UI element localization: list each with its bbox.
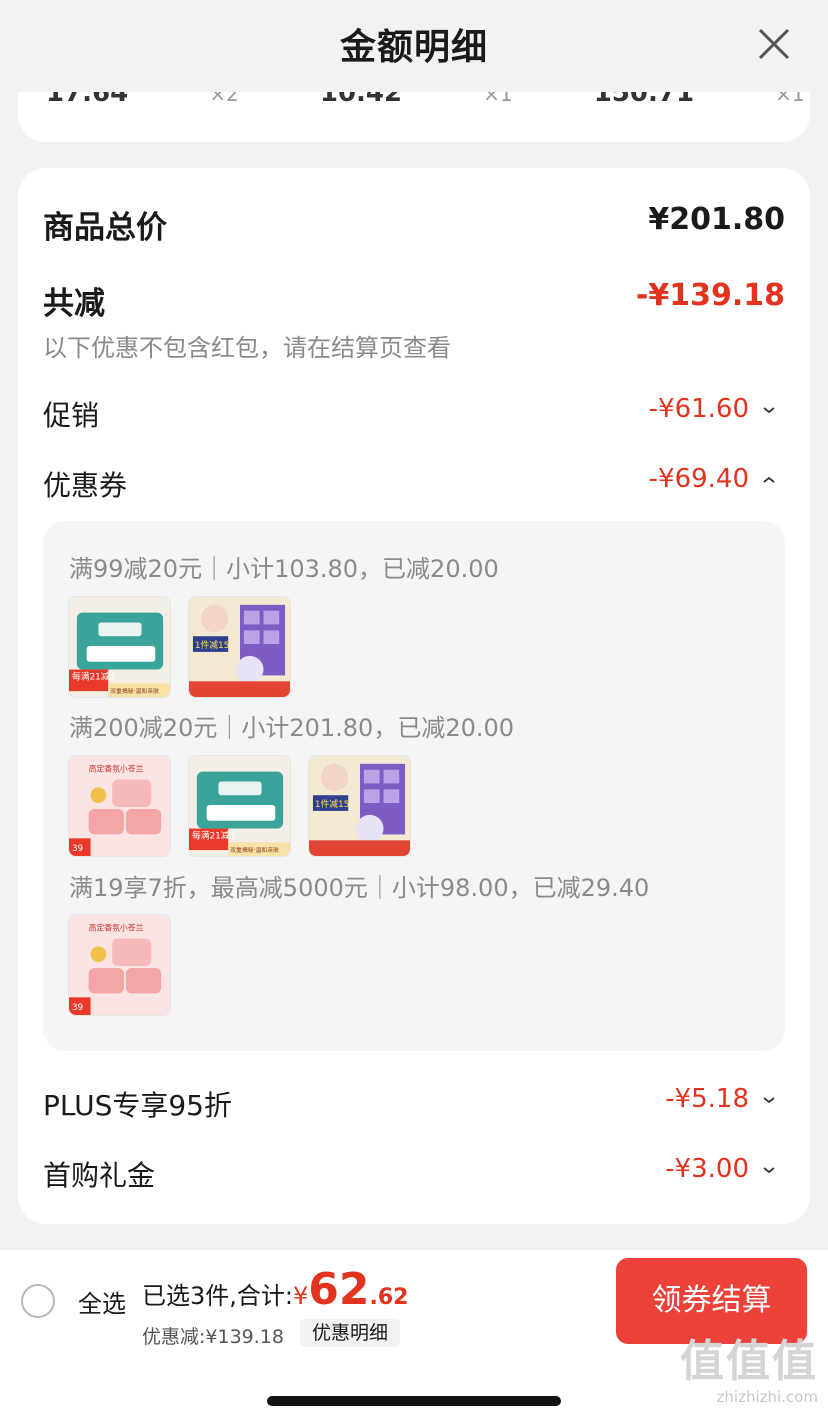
product-thumb-tissue[interactable]: 1件减15 xyxy=(188,596,291,698)
discount-note: 以下优惠不包含红包，请在结算页查看 xyxy=(43,334,451,362)
coupon-label: 优惠券 xyxy=(43,469,128,502)
product-price: 10.42 xyxy=(319,92,403,108)
order-summary: 已选3件,合计:¥62.62 xyxy=(142,1264,408,1315)
product-qty: ×2 xyxy=(209,92,239,106)
chevron-down-icon xyxy=(763,407,775,414)
plus-discount-label: PLUS专享95折 xyxy=(43,1089,232,1122)
checkout-button[interactable]: 领券结算 xyxy=(616,1258,807,1344)
amount-detail-card: 商品总价 ¥201.80 共减 -¥139.18 以下优惠不包含红包，请在结算页… xyxy=(18,168,810,1224)
wipes-promo-text: 每满21减5 xyxy=(192,829,235,841)
product-price-row: 17.64 ×2 10.42 ×1 150.71 ×1 xyxy=(46,92,810,108)
home-indicator[interactable] xyxy=(267,1396,561,1406)
select-all-label[interactable]: 全选 xyxy=(78,1284,126,1319)
product-price: 17.64 xyxy=(46,92,129,108)
total-discount-value: -¥139.18 xyxy=(635,278,785,313)
tissue-badge-text: 1件减15 xyxy=(195,639,229,651)
saved-amount: 优惠减:¥139.18 xyxy=(142,1326,284,1348)
total-discount-label: 共减 xyxy=(43,286,105,322)
total-discount-row: 共减 -¥139.18 xyxy=(43,278,785,322)
coupon-2-products: 高定香氛小苍兰 39 每满21减5 双重揭秘·温和亲肤 1件减15 xyxy=(68,755,411,857)
close-icon[interactable] xyxy=(754,24,794,64)
promotion-row[interactable]: 促销 -¥61.60 xyxy=(43,394,785,434)
total-price-value: ¥201.80 xyxy=(648,202,785,237)
total-price-label: 商品总价 xyxy=(43,210,167,246)
chevron-up-icon xyxy=(763,476,775,483)
coupon-rule-2: 满200减20元｜小计201.80，已减20.00 xyxy=(69,714,515,742)
product-thumb-wet-wipes[interactable]: 每满21减5 双重揭秘·温和亲肤 xyxy=(188,755,291,857)
wipes-promo-text: 每满21减5 xyxy=(72,670,115,682)
chevron-down-icon xyxy=(763,1097,775,1104)
watermark: 值值值 zhizhizhi.com xyxy=(680,1340,818,1405)
total-amount-integer: 62 xyxy=(308,1264,370,1315)
product-thumb-laundry-pods[interactable]: 高定香氛小苍兰 39 xyxy=(68,914,171,1016)
product-thumb-wet-wipes[interactable]: 每满21减5 双重揭秘·温和亲肤 xyxy=(68,596,171,698)
coupon-3-products: 高定香氛小苍兰 39 xyxy=(68,914,171,1016)
wipes-footer-text: 双重揭秘·温和亲肤 xyxy=(230,846,279,854)
wipes-footer-text: 双重揭秘·温和亲肤 xyxy=(110,687,159,695)
product-thumb-tissue[interactable]: 1件减15 xyxy=(308,755,411,857)
first-purchase-gift-label: 首购礼金 xyxy=(43,1159,156,1192)
total-price-row: 商品总价 ¥201.80 xyxy=(43,202,785,246)
pods-title-text: 高定香氛小苍兰 xyxy=(89,923,144,933)
pods-title-text: 高定香氛小苍兰 xyxy=(89,764,144,774)
pods-price-text: 39 xyxy=(72,844,83,854)
product-thumb-laundry-pods[interactable]: 高定香氛小苍兰 39 xyxy=(68,755,171,857)
coupon-rule-3: 满19享7折，最高减5000元｜小计98.00，已减29.40 xyxy=(69,874,650,902)
coupon-detail-panel: 满99减20元｜小计103.80，已减20.00 每满21减5 双重揭秘·温和亲… xyxy=(43,521,785,1051)
tissue-badge-text: 1件减15 xyxy=(315,798,349,810)
selected-count-text: 已选3件,合计: xyxy=(142,1282,293,1310)
pods-price-text: 39 xyxy=(72,1003,83,1013)
header: 金额明细 xyxy=(0,0,828,92)
coupon-row[interactable]: 优惠券 -¥69.40 xyxy=(43,464,785,504)
product-qty: ×1 xyxy=(483,92,513,106)
watermark-logo: 值值值 xyxy=(680,1336,818,1387)
discount-detail-button[interactable]: 优惠明细 xyxy=(300,1319,401,1347)
page-title: 金额明细 xyxy=(339,27,488,68)
total-amount-decimal: .62 xyxy=(369,1285,409,1310)
first-purchase-gift-row[interactable]: 首购礼金 -¥3.00 xyxy=(43,1154,785,1194)
plus-discount-row[interactable]: PLUS专享95折 -¥5.18 xyxy=(43,1084,785,1124)
coupon-1-products: 每满21减5 双重揭秘·温和亲肤 1件减15 xyxy=(68,596,291,698)
product-qty: ×1 xyxy=(775,92,805,106)
currency-symbol: ¥ xyxy=(292,1282,309,1310)
coupon-rule-1: 满99减20元｜小计103.80，已减20.00 xyxy=(69,555,499,583)
product-list-card: 17.64 ×2 10.42 ×1 150.71 ×1 xyxy=(18,92,810,142)
chevron-down-icon xyxy=(763,1167,775,1174)
select-all-radio[interactable] xyxy=(21,1284,55,1318)
product-price: 150.71 xyxy=(593,92,695,108)
watermark-site: zhizhizhi.com xyxy=(716,1388,818,1406)
promotion-label: 促销 xyxy=(43,399,100,432)
